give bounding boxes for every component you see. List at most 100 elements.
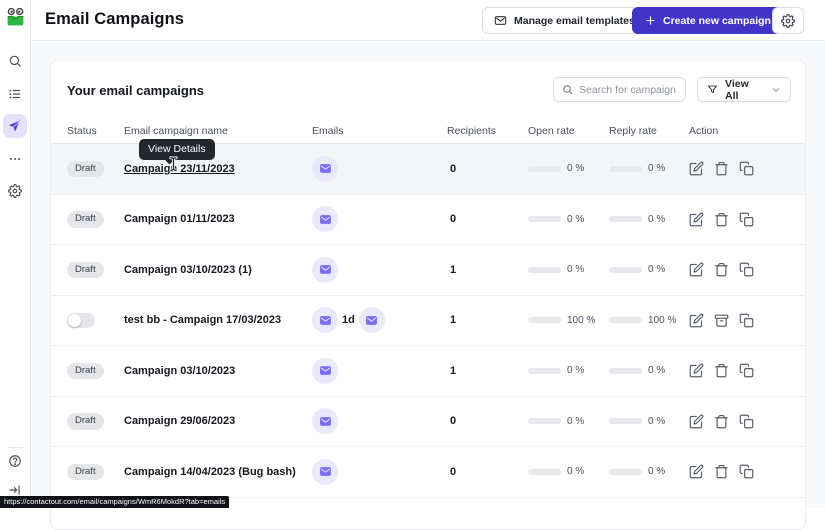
email-envelope-icon[interactable] (312, 256, 338, 283)
trash-button[interactable] (714, 413, 730, 429)
open-rate-cell: 0 % (528, 397, 584, 447)
open-rate-value: 100 % (567, 314, 596, 326)
edit-button[interactable] (689, 312, 705, 328)
email-envelope-icon[interactable] (312, 458, 338, 485)
status-badge: Draft (67, 160, 104, 177)
main-content: Your email campaigns View All Status Ema… (31, 41, 825, 530)
copy-button[interactable] (739, 363, 755, 379)
status-badge: Draft (67, 463, 104, 480)
email-envelope-icon[interactable] (312, 408, 338, 435)
reply-rate-cell: 100 % (609, 296, 676, 346)
campaigns-card: Your email campaigns View All Status Ema… (50, 60, 806, 530)
column-header-status: Status (67, 124, 97, 137)
sidebar-gear-icon[interactable] (3, 179, 27, 203)
copy-button[interactable] (739, 312, 755, 328)
edit-button[interactable] (689, 464, 705, 480)
sidebar-ellipsis-icon[interactable] (3, 147, 27, 171)
trash-icon (715, 263, 728, 277)
status-badge: Draft (67, 211, 104, 228)
edit-icon (689, 313, 704, 328)
edit-icon (689, 464, 704, 479)
reply-rate-value: 0 % (648, 163, 666, 175)
gear-icon (781, 13, 795, 28)
column-header-recipients: Recipients (447, 124, 497, 137)
action-cell (689, 245, 755, 295)
search-input[interactable] (579, 83, 677, 96)
recipients-count: 0 (450, 415, 457, 428)
campaign-name-link[interactable]: Campaign 03/10/2023 (124, 365, 235, 377)
campaign-name-link[interactable]: Campaign 23/11/2023 (124, 163, 235, 175)
status-badge: Draft (67, 362, 104, 379)
open-rate-value: 0 % (567, 264, 585, 276)
copy-button[interactable] (739, 413, 755, 429)
edit-button[interactable] (689, 262, 705, 278)
recipients-count: 1 (450, 263, 457, 276)
sidebar-search-icon[interactable] (3, 49, 27, 73)
trash-button[interactable] (714, 262, 730, 278)
table-body: Draft Campaign 23/11/2023 0 0 % 0 % Draft Camp… (51, 144, 805, 498)
campaign-name-link[interactable]: Campaign 14/04/2023 (Bug bash) (124, 466, 296, 478)
table-row: Draft Campaign 03/10/2023 1 0 % 0 % (51, 346, 805, 397)
emails-cell (312, 195, 338, 245)
recipients-count: 0 (450, 213, 457, 226)
email-envelope-icon[interactable] (312, 155, 338, 182)
campaign-name-link[interactable]: test bb - Campaign 17/03/2023 (124, 314, 281, 326)
status-cell: Draft (67, 447, 104, 497)
manage-email-templates-button[interactable]: Manage email templates (482, 7, 647, 34)
emails-cell (312, 397, 338, 447)
create-new-campaign-button[interactable]: Create new campaign (632, 7, 784, 34)
campaign-name-link[interactable]: Campaign 01/11/2023 (124, 213, 235, 225)
emails-cell (312, 245, 338, 295)
campaign-search[interactable] (553, 77, 686, 102)
edit-button[interactable] (689, 413, 705, 429)
view-all-filter-dropdown[interactable]: View All (697, 77, 791, 102)
page-title: Email Campaigns (45, 10, 185, 28)
status-cell: Draft (67, 195, 104, 245)
archive-button[interactable] (714, 312, 730, 328)
trash-button[interactable] (714, 363, 730, 379)
trash-button[interactable] (714, 211, 730, 227)
settings-button[interactable] (772, 7, 804, 34)
recipients-cell: 0 (447, 195, 456, 245)
trash-icon (715, 364, 728, 378)
contactout-frog-logo[interactable] (5, 7, 26, 28)
column-header-emails: Emails (312, 124, 344, 137)
table-row: Draft Campaign 01/11/2023 0 0 % 0 % (51, 194, 805, 245)
filter-funnel-icon (707, 85, 718, 94)
column-header-open-rate: Open rate (528, 124, 575, 137)
campaign-name-link[interactable]: Campaign 29/06/2023 (124, 415, 235, 427)
open-rate-bar (528, 418, 561, 425)
name-cell: Campaign 01/11/2023 (124, 195, 235, 245)
reply-rate-value: 0 % (648, 466, 666, 478)
reply-rate-value: 0 % (648, 213, 666, 225)
action-cell (689, 296, 755, 346)
sidebar-list-icon[interactable] (3, 82, 27, 106)
reply-rate-bar (609, 266, 642, 273)
status-cell (67, 296, 95, 346)
edit-button[interactable] (689, 363, 705, 379)
sidebar (0, 0, 31, 508)
copy-button[interactable] (739, 161, 755, 177)
sidebar-send-icon[interactable] (3, 114, 27, 138)
copy-icon (739, 262, 754, 277)
open-rate-bar (528, 468, 561, 475)
email-envelope-icon[interactable] (358, 307, 385, 334)
view-details-tooltip: View Details (139, 139, 215, 160)
search-icon (563, 85, 573, 95)
sidebar-help-icon[interactable] (3, 449, 27, 473)
status-toggle[interactable] (67, 312, 95, 328)
campaign-name-link[interactable]: Campaign 03/10/2023 (1) (124, 264, 252, 276)
email-envelope-icon[interactable] (312, 357, 338, 384)
copy-button[interactable] (739, 464, 755, 480)
edit-button[interactable] (689, 161, 705, 177)
status-badge: Draft (67, 413, 104, 430)
copy-button[interactable] (739, 262, 755, 278)
email-envelope-icon[interactable] (312, 307, 338, 334)
trash-button[interactable] (714, 464, 730, 480)
edit-button[interactable] (689, 211, 705, 227)
copy-icon (739, 212, 754, 227)
email-envelope-icon[interactable] (312, 206, 338, 233)
edit-icon (689, 212, 704, 227)
trash-button[interactable] (714, 161, 730, 177)
copy-button[interactable] (739, 211, 755, 227)
